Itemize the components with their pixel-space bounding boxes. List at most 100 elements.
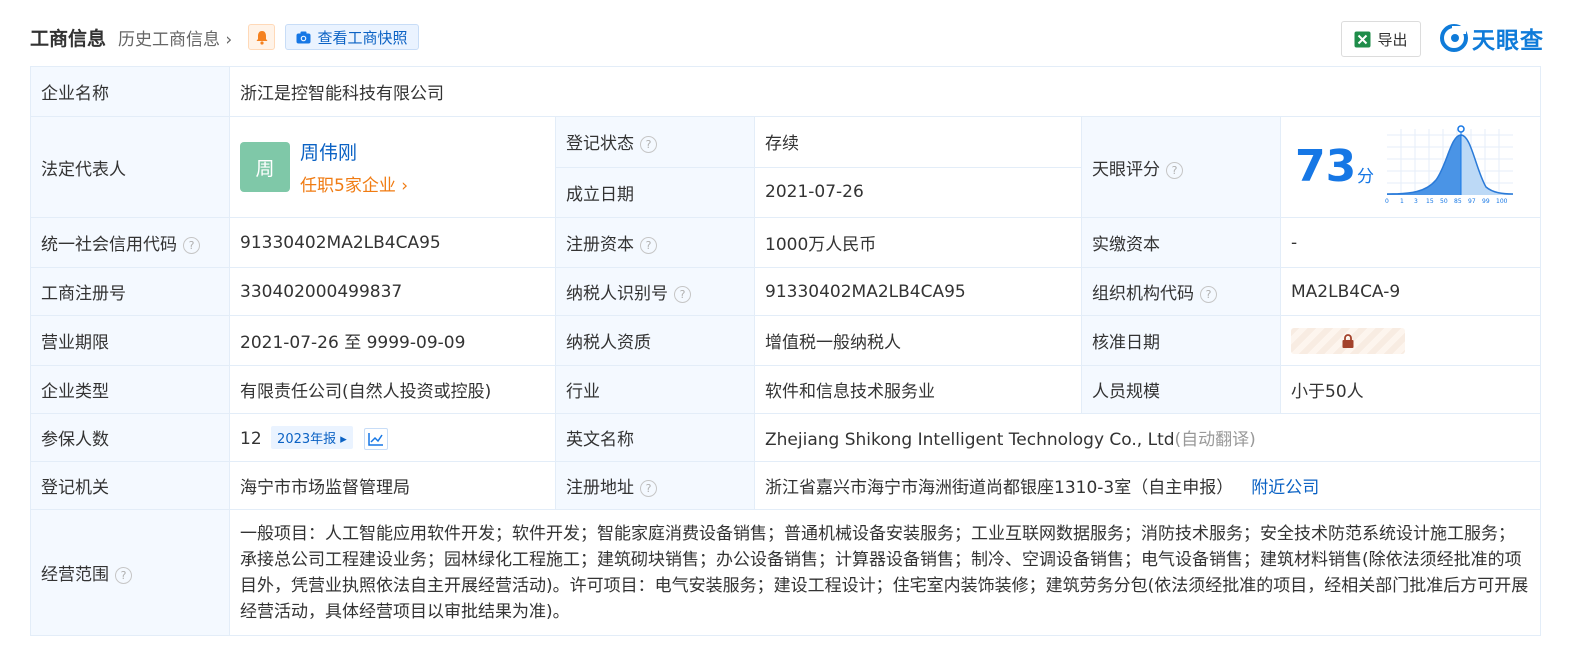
score-value: 73: [1295, 141, 1357, 192]
axis-tick: 99: [1482, 198, 1490, 205]
insured-value: 12: [240, 428, 262, 449]
axis-tick: 0: [1385, 198, 1389, 205]
english-name-value: Zhejiang Shikong Intelligent Technology …: [765, 430, 1175, 450]
table-row: 统一社会信用代码? 91330402MA2LB4CA95 注册资本? 1000万…: [30, 217, 1541, 268]
industry-value: 软件和信息技术服务业: [754, 365, 1082, 414]
score-cell[interactable]: 73 分 0 1 3 15 50 85 97 99 100: [1280, 116, 1541, 218]
cell-label: 企业名称: [30, 66, 230, 117]
avatar[interactable]: 周: [240, 142, 290, 192]
table-row: 营业期限 2021-07-26 至 9999-09-09 纳税人资质 增值税一般…: [30, 315, 1541, 366]
auto-translate-note: (自动翻译): [1174, 430, 1256, 450]
legal-rep-name[interactable]: 周伟刚: [300, 138, 408, 165]
help-icon[interactable]: ?: [640, 237, 657, 254]
axis-tick: 1: [1400, 198, 1404, 205]
monitor-button[interactable]: [248, 24, 275, 50]
positions-link[interactable]: 任职5家企业 ›: [300, 171, 408, 196]
table-row: 企业类型 有限责任公司(自然人投资或控股) 行业 软件和信息技术服务业 人员规模…: [30, 365, 1541, 414]
positions-label: 任职5家企业: [300, 176, 396, 196]
axis-tick: 100: [1496, 198, 1508, 205]
cell-label: 注册地址?: [555, 461, 755, 510]
history-label: 历史工商信息: [118, 30, 220, 50]
annual-report-label: 2023年报: [277, 431, 337, 447]
help-icon[interactable]: ?: [1200, 286, 1217, 303]
taxpayer-qual-value: 增值税一般纳税人: [754, 315, 1082, 366]
credit-code-value: 91330402MA2LB4CA95: [229, 217, 556, 268]
tianyancha-logo: 天眼查: [1440, 20, 1544, 56]
cell-label: 成立日期: [555, 166, 755, 218]
business-scope-value: 一般项目：人工智能应用软件开发；软件开发；智能家庭消费设备销售；普通机械设备安装…: [229, 509, 1541, 636]
credit-code-label: 统一社会信用代码: [41, 235, 177, 255]
cell-label: 核准日期: [1081, 315, 1281, 366]
help-icon[interactable]: ?: [115, 567, 132, 584]
cell-label: 统一社会信用代码?: [30, 217, 230, 268]
nearby-companies-link[interactable]: 附近公司: [1251, 478, 1319, 498]
section-header: 工商信息 历史工商信息 › 查看工商快照 导出 天眼查: [0, 0, 1577, 66]
trend-button[interactable]: [364, 427, 389, 450]
company-type-value: 有限责任公司(自然人投资或控股): [229, 365, 556, 414]
bell-icon: [256, 30, 267, 45]
help-icon[interactable]: ?: [1166, 161, 1183, 179]
caret-right-icon: ▸: [336, 431, 347, 447]
axis-tick: 97: [1468, 198, 1476, 205]
export-button[interactable]: 导出: [1341, 21, 1421, 57]
insured-cell: 12 2023年报 ▸: [229, 413, 556, 462]
cell-label: 营业期限: [30, 315, 230, 366]
table-row: 经营范围? 一般项目：人工智能应用软件开发；软件开发；智能家庭消费设备销售；普通…: [30, 509, 1541, 636]
cell-label: 工商注册号: [30, 267, 230, 316]
business-info-table: 企业名称 浙江是控智能科技有限公司 法定代表人 周 周伟刚 任职5家企业 › 登…: [30, 66, 1541, 636]
trend-chart-icon: [368, 432, 384, 446]
section-title: 工商信息: [30, 28, 107, 50]
cell-label: 参保人数: [30, 413, 230, 462]
cell-label: 纳税人资质: [555, 315, 755, 366]
table-row: 企业名称 浙江是控智能科技有限公司: [30, 66, 1541, 117]
cell-label: 企业类型: [30, 365, 230, 414]
cell-label: 行业: [555, 365, 755, 414]
reg-number-value: 330402000499837: [229, 267, 556, 316]
table-row: 登记机关 海宁市市场监督管理局 注册地址? 浙江省嘉兴市海宁市海洲街道尚都银座1…: [30, 461, 1541, 510]
cell-label: 登记机关: [30, 461, 230, 510]
history-link[interactable]: 历史工商信息 ›: [118, 25, 232, 50]
help-icon[interactable]: ?: [674, 286, 691, 303]
company-name-value: 浙江是控智能科技有限公司: [229, 66, 1541, 117]
approval-date-cell: [1280, 315, 1541, 366]
cell-label: 法定代表人: [30, 116, 230, 218]
cell-label: 人员规模: [1081, 365, 1281, 414]
table-row: 法定代表人 周 周伟刚 任职5家企业 › 登记状态? 存续 天眼评分? 73 分: [30, 116, 1541, 218]
reg-status-label: 登记状态: [566, 134, 634, 155]
org-code-value: MA2LB4CA-9: [1280, 267, 1541, 316]
reg-capital-label: 注册资本: [566, 235, 634, 255]
reg-authority-value: 海宁市市场监督管理局: [229, 461, 556, 510]
cell-label: 纳税人识别号?: [555, 267, 755, 316]
chevron-right-icon: ›: [395, 176, 409, 196]
cell-label: 组织机构代码?: [1081, 267, 1281, 316]
taxpayer-id-label: 纳税人识别号: [566, 284, 668, 304]
help-icon[interactable]: ?: [640, 480, 657, 497]
reg-status-value: 存续: [754, 116, 1082, 168]
business-scope-label: 经营范围: [41, 565, 109, 585]
cell-label: 英文名称: [555, 413, 755, 462]
score-unit: 分: [1357, 167, 1374, 187]
staff-size-value: 小于50人: [1280, 365, 1541, 414]
table-row: 参保人数 12 2023年报 ▸ 英文名称 Zhejiang Shikong I…: [30, 413, 1541, 462]
camera-icon: [296, 31, 311, 43]
help-icon[interactable]: ?: [183, 237, 200, 254]
snapshot-button[interactable]: 查看工商快照: [285, 24, 419, 50]
annual-report-badge[interactable]: 2023年报 ▸: [271, 425, 353, 449]
reg-address-value: 浙江省嘉兴市海宁市海洲街道尚都银座1310-3室（自主申报）: [765, 478, 1234, 498]
business-term-value: 2021-07-26 至 9999-09-09: [229, 315, 556, 366]
found-date-value: 2021-07-26: [754, 166, 1082, 218]
taxpayer-id-value: 91330402MA2LB4CA95: [754, 267, 1082, 316]
english-name-cell: Zhejiang Shikong Intelligent Technology …: [754, 413, 1541, 462]
help-icon[interactable]: ?: [640, 136, 657, 154]
export-label: 导出: [1377, 30, 1408, 49]
cell-label: 实缴资本: [1081, 217, 1281, 268]
table-row: 工商注册号 330402000499837 纳税人识别号? 91330402MA…: [30, 267, 1541, 316]
chevron-right-icon: ›: [220, 30, 233, 50]
lock-icon: [1342, 333, 1354, 348]
reg-capital-value: 1000万人民币: [754, 217, 1082, 268]
vip-locked-value[interactable]: [1291, 327, 1405, 354]
reg-address-label: 注册地址: [566, 478, 634, 498]
legal-rep-cell: 周 周伟刚 任职5家企业 ›: [229, 116, 556, 218]
logo-mark-icon: [1440, 24, 1468, 52]
score-distribution-chart: 0 1 3 15 50 85 97 99 100: [1385, 125, 1514, 205]
